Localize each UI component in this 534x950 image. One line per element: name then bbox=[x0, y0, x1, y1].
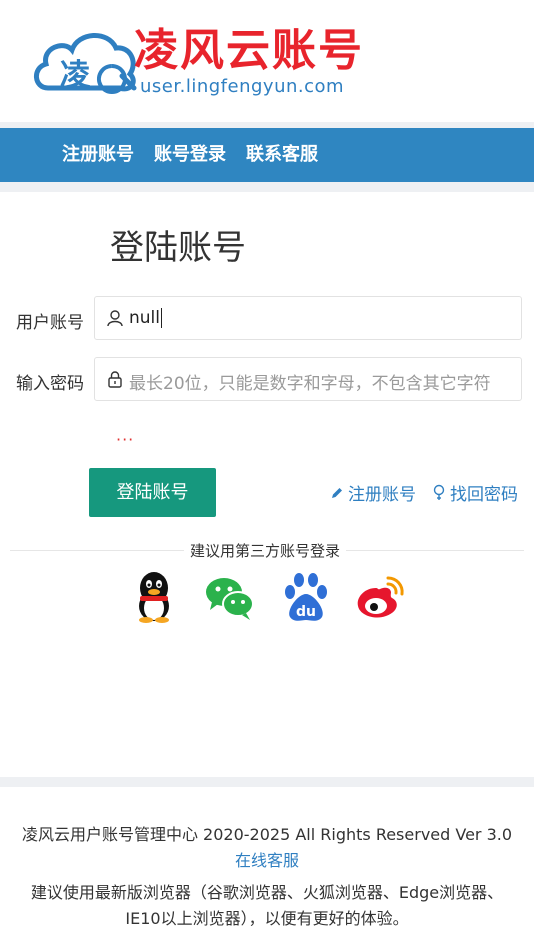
nav-item-register[interactable]: 注册账号 bbox=[62, 128, 134, 182]
footer-copyright: 凌风云用户账号管理中心 2020-2025 All Rights Reserve… bbox=[21, 825, 513, 844]
user-icon bbox=[107, 310, 123, 327]
logo-subtitle: user.lingfengyun.com bbox=[140, 76, 345, 97]
logo-title: 凌风云账号 bbox=[134, 25, 364, 76]
third-party-label: 建议用第三方账号登录 bbox=[184, 540, 347, 561]
password-field[interactable]: 最长20位，只能是数字和字母，不包含其它字符 bbox=[94, 357, 522, 401]
baidu-icon[interactable]: du bbox=[280, 570, 332, 624]
login-button[interactable]: 登陆账号 bbox=[89, 468, 216, 517]
text-caret bbox=[161, 308, 162, 328]
footer-browser-tip-1: 建议使用最新版浏览器（谷歌浏览器、火狐浏览器、Edge浏览器、 bbox=[30, 883, 504, 902]
site-logo[interactable]: 凌 凌风云账号 user.lingfengyun.com bbox=[30, 22, 380, 102]
nav-item-service[interactable]: 联系客服 bbox=[246, 128, 318, 182]
recover-password-link[interactable]: 找回密码 bbox=[432, 480, 518, 505]
register-link[interactable]: 注册账号 bbox=[330, 480, 416, 505]
nav-item-login[interactable]: 账号登录 bbox=[154, 128, 226, 182]
username-value: null bbox=[129, 308, 162, 328]
username-field[interactable]: null bbox=[94, 296, 522, 340]
recover-link-label: 找回密码 bbox=[450, 485, 518, 505]
footer-divider bbox=[0, 777, 534, 787]
lightbulb-icon bbox=[433, 484, 445, 500]
password-label: 输入密码 bbox=[16, 374, 84, 394]
username-label: 用户账号 bbox=[16, 313, 84, 333]
svg-text:du: du bbox=[296, 604, 316, 620]
nav-divider bbox=[0, 182, 534, 192]
wechat-icon[interactable] bbox=[204, 570, 256, 624]
weibo-icon[interactable] bbox=[354, 570, 406, 624]
online-service-link[interactable]: 在线客服 bbox=[235, 851, 299, 870]
password-placeholder: 最长20位，只能是数字和字母，不包含其它字符 bbox=[129, 374, 491, 394]
footer-browser-tip-2: IE10以上浏览器），以便有更好的体验。 bbox=[125, 909, 409, 928]
top-nav: 注册账号 账号登录 联系客服 bbox=[0, 128, 534, 182]
register-link-label: 注册账号 bbox=[348, 485, 416, 505]
error-message: ··· bbox=[116, 430, 135, 449]
logo-cloud-char: 凌 bbox=[60, 58, 90, 93]
site-header: 凌 凌风云账号 user.lingfengyun.com bbox=[0, 0, 534, 122]
pencil-icon bbox=[332, 487, 342, 498]
qq-icon[interactable] bbox=[128, 570, 180, 624]
lock-icon bbox=[108, 371, 122, 388]
page-title: 登陆账号 bbox=[110, 228, 246, 268]
footer-service: 在线客服 bbox=[0, 847, 534, 871]
